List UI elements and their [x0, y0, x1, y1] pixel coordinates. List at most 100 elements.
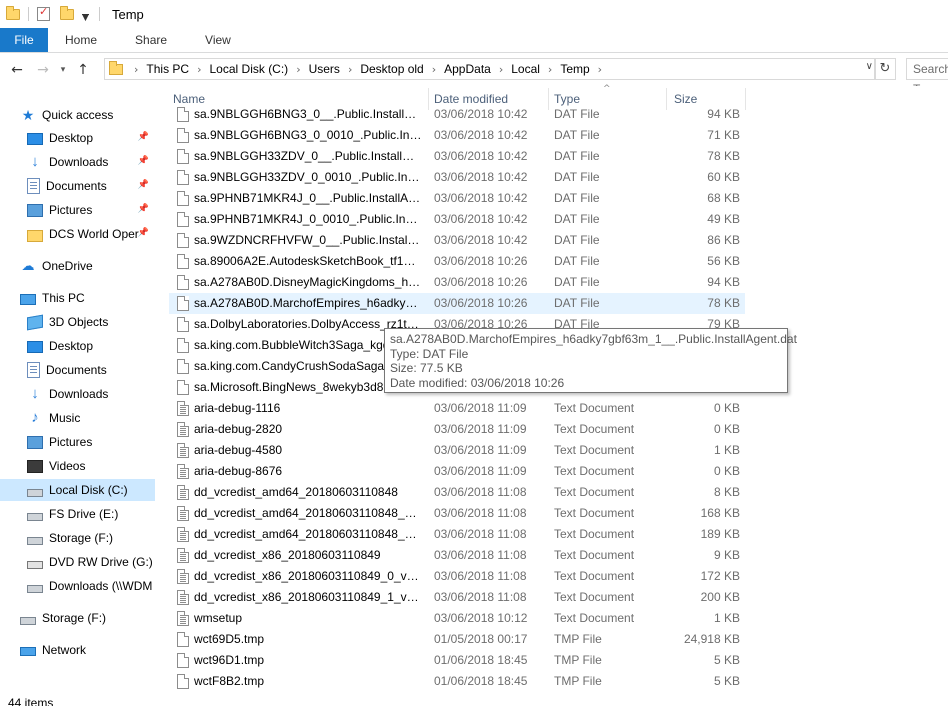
breadcrumb-appdata[interactable]: AppData — [439, 62, 496, 76]
file-row[interactable]: aria-debug-4580 03/06/2018 11:09 Text Docu… — [169, 440, 745, 461]
sidebar-item-local-disk-c[interactable]: Local Disk (C:) — [0, 479, 155, 501]
file-row[interactable]: sa.9NBLGGH33ZDV_0__.Public.InstallAgent.… — [169, 146, 745, 167]
pin-icon[interactable]: 📌 — [138, 179, 149, 190]
sidebar-item-documents[interactable]: Documents 📌 — [0, 175, 155, 197]
back-arrow-icon[interactable]: ← — [4, 62, 30, 78]
sidebar-item-videos[interactable]: Videos — [0, 455, 155, 477]
file-row[interactable]: wmsetup 03/06/2018 10:12 Text Document 1 KB — [169, 608, 745, 629]
recent-locations-chevron-icon[interactable]: ▾ — [56, 65, 70, 75]
folder-icon[interactable] — [6, 5, 20, 20]
breadcrumb-local-disk[interactable]: Local Disk (C:) — [205, 62, 294, 76]
sort-ascending-icon: ^ — [603, 84, 611, 94]
file-row[interactable]: aria-debug-1116 03/06/2018 11:09 Text Docu… — [169, 398, 745, 419]
tab-view[interactable]: View — [186, 28, 250, 52]
sidebar-item-label: Storage (F:) — [49, 531, 114, 545]
sidebar-item-music[interactable]: ♪ Music — [0, 407, 155, 429]
breadcrumb-desktop-old[interactable]: Desktop old — [355, 62, 428, 76]
sidebar-item-downloads[interactable]: ↓ Downloads 📌 — [0, 151, 155, 173]
sidebar-item-label: Quick access — [42, 108, 114, 122]
sidebar-item-desktop[interactable]: Desktop — [0, 335, 155, 357]
file-row[interactable]: sa.9NBLGGH6BNG3_0_0010_.Public.InstallAg… — [169, 125, 745, 146]
file-date-modified: 03/06/2018 11:09 — [434, 443, 527, 457]
file-row[interactable]: aria-debug-8676 03/06/2018 11:09 Text Docu… — [169, 461, 745, 482]
tab-share[interactable]: Share — [116, 28, 186, 52]
sidebar-item-network[interactable]: Network — [0, 639, 155, 661]
sidebar-item-downloads[interactable]: ↓ Downloads — [0, 383, 155, 405]
chevron-right-icon[interactable]: › — [194, 63, 204, 76]
pin-icon[interactable]: 📌 — [138, 227, 149, 238]
sidebar-item-downloads-wdm[interactable]: Downloads (\\WDM — [0, 575, 155, 597]
pin-icon[interactable]: 📌 — [138, 131, 149, 142]
file-row[interactable]: sa.9WZDNCRFHVFW_0__.Public.InstallAgent.… — [169, 230, 745, 251]
pin-icon[interactable]: 📌 — [138, 203, 149, 214]
up-arrow-icon[interactable]: ↑ — [70, 62, 96, 78]
file-name: dd_vcredist_amd64_20180603110848_1_vcRun… — [194, 527, 422, 541]
navigation-pane[interactable]: ★ Quick access Desktop 📌 ↓ Downloads 📌 Document… — [0, 86, 155, 706]
chevron-right-icon[interactable]: › — [429, 63, 439, 76]
file-row[interactable]: dd_vcredist_amd64_20180603110848_1_vcRun… — [169, 524, 745, 545]
tab-home[interactable]: Home — [48, 28, 116, 52]
new-folder-icon[interactable] — [60, 5, 74, 20]
breadcrumb-local[interactable]: Local — [506, 62, 545, 76]
address-bar[interactable]: › This PC › Local Disk (C:) › Users › De… — [104, 58, 876, 80]
forward-arrow-icon[interactable]: → — [30, 62, 56, 78]
sidebar-item-dcs-world-oper[interactable]: DCS World Oper 📌 — [0, 223, 155, 245]
file-name: sa.9NBLGGH6BNG3_0__.Public.InstallAgent.… — [194, 107, 422, 121]
chevron-right-icon[interactable]: › — [131, 63, 141, 76]
file-name: sa.89006A2E.AutodeskSketchBook_tf1gferkr… — [194, 254, 422, 268]
file-size: 78 KB — [707, 149, 740, 163]
properties-icon[interactable] — [37, 5, 50, 21]
file-row[interactable]: dd_vcredist_x86_20180603110849 03/06/2018… — [169, 545, 745, 566]
sidebar-item-fs-drive-e[interactable]: FS Drive (E:) — [0, 503, 155, 525]
file-row[interactable]: wctF8B2.tmp 01/06/2018 18:45 TMP File 5 KB — [169, 671, 745, 692]
file-row[interactable]: sa.9NBLGGH33ZDV_0_0010_.Public.InstallAg… — [169, 167, 745, 188]
file-row[interactable]: dd_vcredist_amd64_20180603110848 03/06/20… — [169, 482, 745, 503]
address-dropdown-chevron-icon[interactable]: ∨ — [866, 61, 873, 72]
file-row[interactable]: sa.9PHNB71MKR4J_0__.Public.InstallAgent.… — [169, 188, 745, 209]
sidebar-item-quick-access[interactable]: ★ Quick access — [0, 104, 155, 126]
sidebar-item-storage-f[interactable]: Storage (F:) — [0, 527, 155, 549]
file-row[interactable]: sa.9NBLGGH6BNG3_0__.Public.InstallAgent.… — [169, 104, 745, 125]
file-row[interactable]: wct69D5.tmp 01/05/2018 00:17 TMP File 24,91… — [169, 629, 745, 650]
sidebar-item-dvd-rw-drive-g-x[interactable]: DVD RW Drive (G:) X — [0, 551, 155, 573]
breadcrumb-users[interactable]: Users — [304, 62, 345, 76]
column-divider[interactable] — [745, 88, 746, 110]
customize-toolbar-chevron-icon[interactable]: ▼ — [82, 13, 89, 23]
file-row[interactable]: dd_vcredist_x86_20180603110849_0_vcRunti… — [169, 566, 745, 587]
chevron-right-icon[interactable]: › — [496, 63, 506, 76]
file-row[interactable]: sa.A278AB0D.DisneyMagicKingdoms_h6adky7g… — [169, 272, 745, 293]
sidebar-item-documents[interactable]: Documents — [0, 359, 155, 381]
file-row[interactable]: wct96D1.tmp 01/06/2018 18:45 TMP File 5 KB — [169, 650, 745, 671]
sidebar-item-storage-f[interactable]: Storage (F:) — [0, 607, 155, 629]
file-row[interactable]: dd_vcredist_x86_20180603110849_1_vcRunti… — [169, 587, 745, 608]
sidebar-item-this-pc[interactable]: This PC — [0, 287, 155, 309]
file-row[interactable]: dd_vcredist_amd64_20180603110848_0_vcRun… — [169, 503, 745, 524]
search-input[interactable]: Search Temp — [906, 58, 948, 96]
sidebar-item-3d-objects[interactable]: 3D Objects — [0, 311, 155, 333]
chevron-right-icon[interactable]: › — [293, 63, 303, 76]
chevron-right-icon[interactable]: › — [545, 63, 555, 76]
breadcrumb-temp[interactable]: Temp — [555, 62, 594, 76]
sidebar-item-pictures[interactable]: Pictures — [0, 431, 155, 453]
chevron-right-icon[interactable]: › — [595, 63, 605, 76]
file-row[interactable]: sa.89006A2E.AutodeskSketchBook_tf1gferkr… — [169, 251, 745, 272]
sidebar-item-pictures[interactable]: Pictures 📌 — [0, 199, 155, 221]
chevron-right-icon[interactable]: › — [345, 63, 355, 76]
file-row[interactable]: aria-debug-2820 03/06/2018 11:09 Text Docu… — [169, 419, 745, 440]
pin-icon[interactable]: 📌 — [138, 155, 149, 166]
breadcrumb-this-pc[interactable]: This PC — [141, 62, 194, 76]
file-row[interactable]: sa.A278AB0D.MarchofEmpires_h6adky7gbf63m… — [169, 293, 745, 314]
file-tooltip: sa.A278AB0D.MarchofEmpires_h6adky7gbf63m… — [384, 328, 797, 393]
text-document-icon — [177, 590, 189, 605]
sidebar-item-label: Documents — [46, 363, 107, 377]
file-name: sa.A278AB0D.DisneyMagicKingdoms_h6adky7g… — [194, 275, 422, 289]
tab-file[interactable]: File — [0, 28, 48, 52]
sidebar-item-desktop[interactable]: Desktop 📌 — [0, 127, 155, 149]
sidebar-item-label: Network — [42, 643, 87, 657]
file-date-modified: 03/06/2018 10:26 — [434, 275, 528, 289]
file-type: Text Document — [554, 611, 635, 625]
refresh-button[interactable]: ↻ — [874, 58, 896, 80]
sidebar-item-onedrive[interactable]: ☁ OneDrive — [0, 255, 155, 277]
file-row[interactable]: sa.9PHNB71MKR4J_0_0010_.Public.InstallAg… — [169, 209, 745, 230]
file-list[interactable]: Name Date modified Type Size ^ sa.9NBLGG… — [155, 84, 948, 706]
